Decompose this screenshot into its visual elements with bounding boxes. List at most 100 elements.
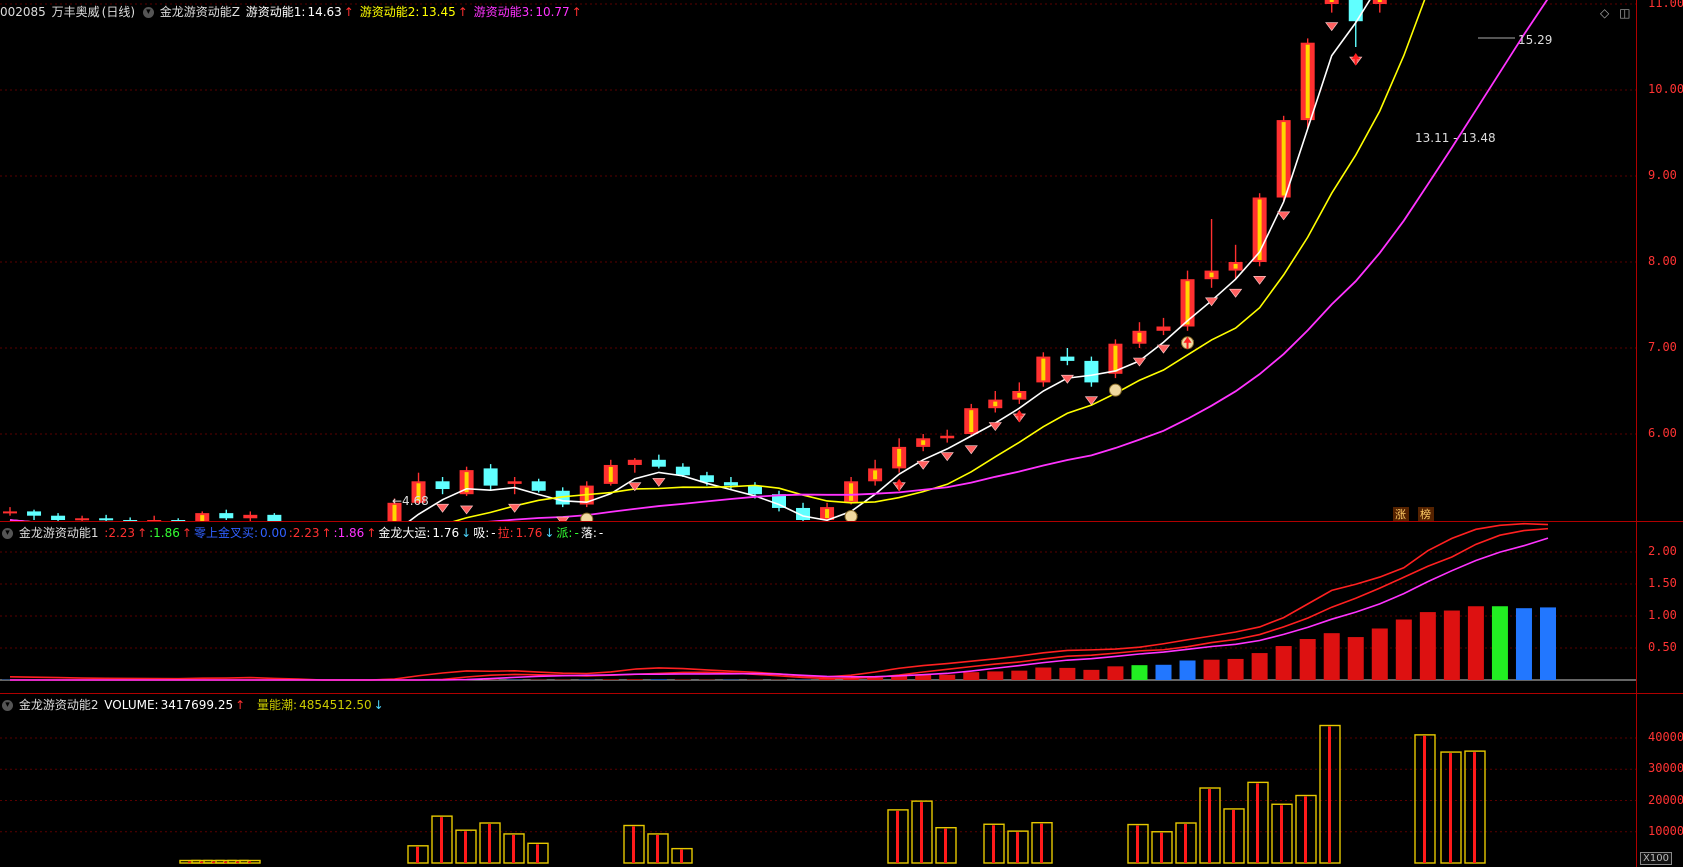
volume-bar-core bbox=[1040, 823, 1043, 863]
price-tick-label: 9.00 bbox=[1648, 168, 1677, 182]
buy-arrow-icon bbox=[1351, 53, 1360, 65]
candle-core bbox=[873, 470, 878, 480]
volume-bar-core bbox=[1016, 832, 1019, 863]
vol-axis-line bbox=[1636, 693, 1637, 867]
osc-bar bbox=[1227, 658, 1244, 680]
volume-bar-core bbox=[536, 844, 539, 863]
gem-marker-icon bbox=[459, 505, 474, 515]
candle-body bbox=[483, 468, 498, 486]
money-bag-icon bbox=[844, 510, 858, 521]
osc-bar bbox=[1491, 606, 1508, 680]
osc-bar bbox=[602, 679, 619, 680]
buy-arrow-icon bbox=[895, 478, 904, 491]
volume-bar-core bbox=[920, 802, 923, 863]
volume-bar-core bbox=[224, 861, 227, 863]
osc-tick-label: 2.00 bbox=[1648, 544, 1677, 558]
vol-tick-label: 20000 bbox=[1648, 792, 1683, 807]
volume-bar-core bbox=[488, 824, 491, 863]
price-tick-label: 6.00 bbox=[1648, 426, 1677, 440]
gem-marker-icon bbox=[964, 445, 978, 455]
candle-core bbox=[969, 410, 974, 432]
momentum-line-3 bbox=[9, 0, 1549, 521]
candle-body bbox=[723, 482, 738, 486]
osc-bar bbox=[1011, 670, 1028, 680]
gem-marker-icon bbox=[988, 422, 1002, 432]
osc-axis-line bbox=[1636, 521, 1637, 693]
momentum-chart[interactable] bbox=[0, 521, 1683, 693]
osc-bar bbox=[1419, 612, 1436, 680]
volume-bar-core bbox=[1304, 796, 1307, 863]
osc-bar bbox=[1083, 669, 1100, 680]
gem-marker-icon bbox=[1325, 22, 1339, 32]
osc-bar bbox=[1275, 646, 1292, 680]
osc-bar bbox=[1251, 653, 1268, 680]
volume-bar-core bbox=[632, 826, 635, 863]
volume-chart[interactable] bbox=[0, 693, 1683, 867]
osc-tick-label: 0.50 bbox=[1648, 640, 1677, 654]
osc-bar bbox=[987, 671, 1004, 680]
volume-bar-core bbox=[1160, 832, 1163, 863]
candle-body bbox=[219, 513, 234, 519]
candle-core bbox=[825, 509, 830, 518]
osc-line bbox=[9, 522, 1549, 681]
candle-core bbox=[1017, 393, 1022, 398]
osc-bar bbox=[1467, 606, 1484, 680]
gem-marker-icon bbox=[1277, 211, 1291, 221]
candle-body bbox=[940, 435, 955, 439]
candlestick-chart[interactable]: 15.29 13.11 - 13.48 ←4.68 涨 榜 bbox=[0, 0, 1683, 521]
volume-bar-core bbox=[1473, 752, 1476, 863]
vol-tick-label: 10000 bbox=[1648, 823, 1683, 838]
osc-bar bbox=[1323, 633, 1340, 680]
gem-marker-icon bbox=[1253, 276, 1267, 285]
osc-bar bbox=[1443, 610, 1460, 680]
candle-body bbox=[747, 485, 762, 495]
vol-tick-label: 40000 bbox=[1648, 730, 1683, 744]
buy-arrow-icon bbox=[1015, 409, 1024, 422]
osc-bar bbox=[1059, 667, 1076, 680]
momentum-panel[interactable]: ▾ 金龙游资动能1 :2.23 ↑:1.86 ↑ 零上金叉买: 0.00:2.23 ↑:1… bbox=[0, 521, 1683, 693]
volume-panel[interactable]: ▾ 金龙游资动能2 VOLUME: 3417699.25 ↑ 量能潮: 4854512… bbox=[0, 693, 1683, 867]
candle-body bbox=[1084, 360, 1099, 383]
low-price-label: ←4.68 bbox=[392, 494, 429, 508]
volume-bar-core bbox=[680, 849, 683, 863]
volume-bar-core bbox=[236, 861, 239, 863]
gem-marker-icon bbox=[916, 460, 930, 470]
volume-bar-core bbox=[200, 861, 203, 863]
osc-line bbox=[10, 537, 1549, 681]
candle-body bbox=[99, 518, 114, 521]
momentum-line-2 bbox=[9, 0, 1426, 521]
osc-bar bbox=[1203, 659, 1220, 680]
osc-bar bbox=[1131, 665, 1148, 680]
osc-tick-label: 1.50 bbox=[1648, 576, 1677, 590]
volume-bar-core bbox=[1423, 735, 1426, 863]
momentum-line-1 bbox=[9, 0, 1371, 521]
candle-body bbox=[51, 515, 66, 520]
candle-body bbox=[243, 514, 258, 519]
candle-core bbox=[1281, 122, 1286, 196]
candle-core bbox=[1041, 358, 1046, 381]
candle-body bbox=[75, 518, 90, 521]
volume-bar-core bbox=[1256, 783, 1259, 863]
zone-range-label: 13.11 - 13.48 bbox=[1415, 131, 1496, 145]
volume-bar-core bbox=[512, 834, 515, 863]
candle-core bbox=[1377, 0, 1382, 2]
gem-marker-icon bbox=[508, 503, 522, 513]
candle-core bbox=[921, 440, 926, 445]
volume-bar-core bbox=[212, 861, 215, 863]
volume-bar-core bbox=[1184, 824, 1187, 863]
candle-core bbox=[897, 448, 902, 467]
candle-core bbox=[1113, 345, 1118, 372]
volume-bar-core bbox=[1449, 753, 1452, 863]
candle-body bbox=[507, 481, 522, 484]
candle-body bbox=[651, 459, 666, 467]
candle-core bbox=[1209, 272, 1214, 278]
osc-bar bbox=[1035, 667, 1052, 680]
money-bag-icon bbox=[1108, 383, 1122, 397]
osc-bar bbox=[1395, 619, 1412, 680]
main-chart-panel[interactable]: 002085 万丰奥威 (日线) ▾ 金龙游资动能Z 游资动能1: 14.63 ↑ 游… bbox=[0, 0, 1683, 521]
volume-bar-core bbox=[440, 817, 443, 863]
candle-body bbox=[1156, 326, 1171, 331]
money-bag-icon bbox=[580, 512, 594, 521]
osc-bar bbox=[1515, 608, 1532, 680]
osc-line bbox=[10, 527, 1549, 681]
